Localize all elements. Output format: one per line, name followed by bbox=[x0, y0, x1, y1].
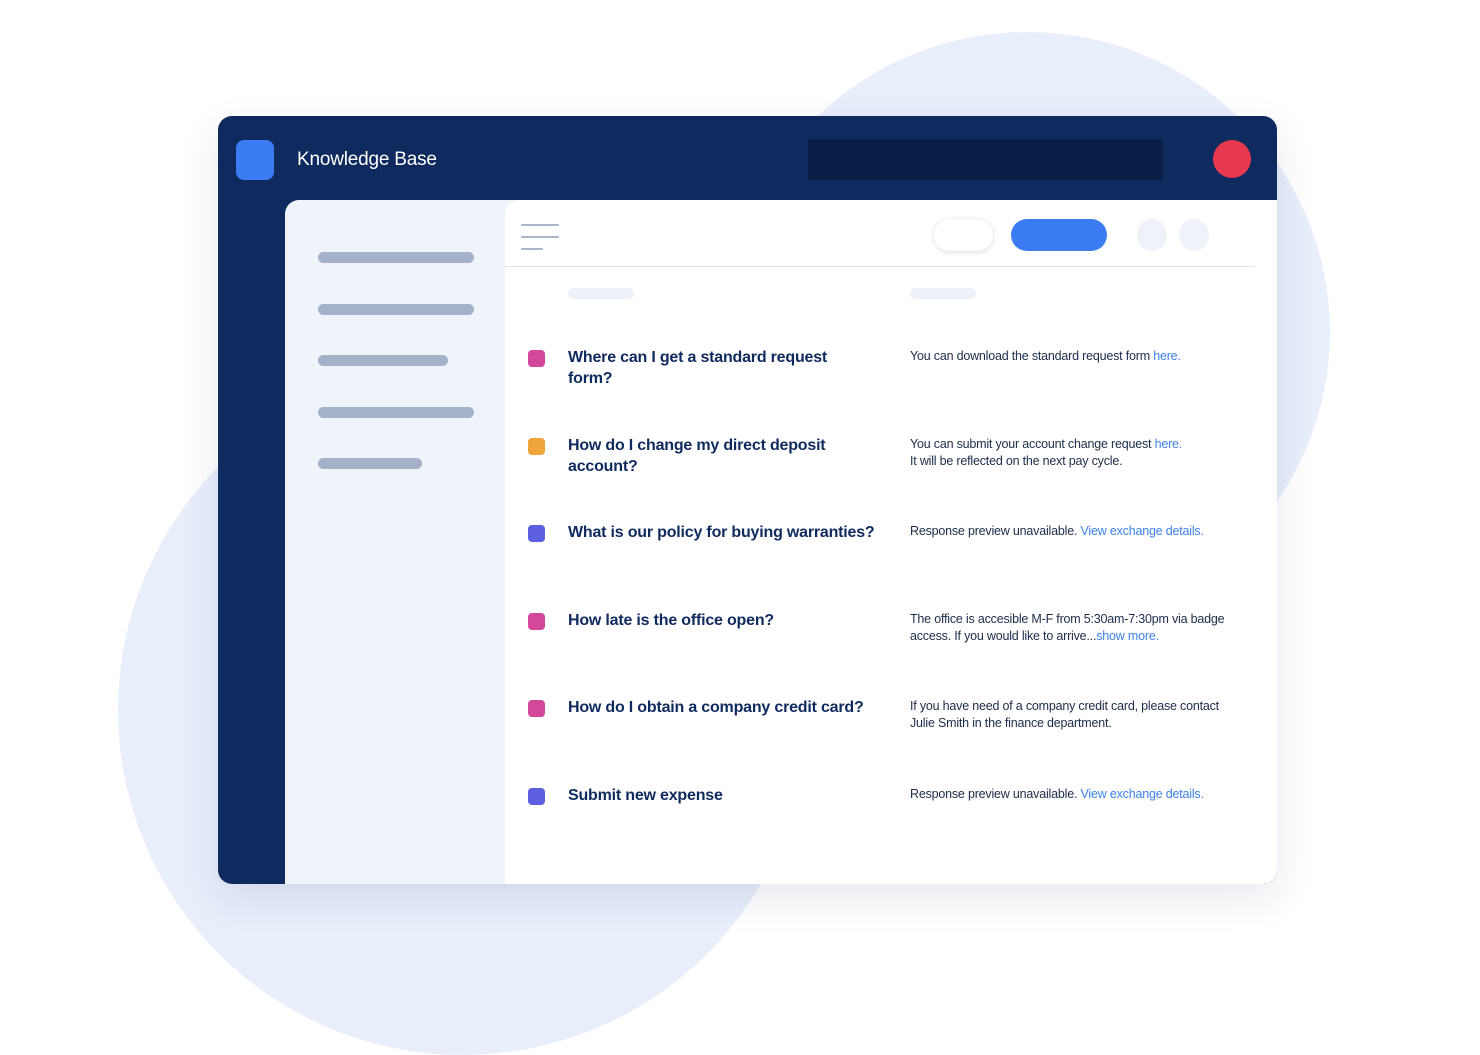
category-dot bbox=[528, 525, 545, 542]
column-header-question bbox=[568, 288, 634, 299]
answer-preview: The office is accesible M-F from 5:30am-… bbox=[910, 612, 1225, 643]
app-title: Knowledge Base bbox=[297, 149, 437, 170]
question-text[interactable]: How late is the office open? bbox=[568, 610, 868, 631]
answer-preview: You can submit your account change reque… bbox=[910, 437, 1183, 468]
app-window: Knowledge Base Where can I get a standar… bbox=[218, 116, 1277, 884]
table-row[interactable]: Submit new expense Response preview unav… bbox=[505, 784, 1277, 844]
answer-preview: Response preview unavailable. View excha… bbox=[910, 787, 1204, 801]
user-avatar[interactable] bbox=[1213, 140, 1251, 178]
app-logo-icon[interactable] bbox=[236, 140, 274, 180]
category-dot bbox=[528, 350, 545, 367]
main-panel: Where can I get a standard request form?… bbox=[505, 200, 1277, 884]
answer-link[interactable]: View exchange details. bbox=[1081, 787, 1204, 801]
hamburger-menu-icon[interactable] bbox=[521, 224, 561, 254]
answer-link[interactable]: here. bbox=[1153, 349, 1181, 363]
table-row[interactable]: How late is the office open? The office … bbox=[505, 609, 1277, 669]
question-text[interactable]: How do I obtain a company credit card? bbox=[568, 697, 898, 718]
category-dot bbox=[528, 788, 545, 805]
question-text[interactable]: How do I change my direct deposit accoun… bbox=[568, 435, 868, 477]
sidebar-item[interactable] bbox=[318, 304, 474, 315]
secondary-button[interactable] bbox=[934, 219, 993, 251]
question-text[interactable]: What is our policy for buying warranties… bbox=[568, 522, 898, 543]
icon-button[interactable] bbox=[1179, 219, 1209, 251]
sidebar-item[interactable] bbox=[318, 355, 448, 366]
toolbar-divider bbox=[505, 266, 1255, 267]
search-bar[interactable] bbox=[808, 139, 1163, 180]
table-row[interactable]: How do I change my direct deposit accoun… bbox=[505, 434, 1277, 494]
question-text[interactable]: Submit new expense bbox=[568, 785, 868, 806]
answer-link[interactable]: View exchange details. bbox=[1081, 524, 1204, 538]
answer-link[interactable]: show more. bbox=[1096, 629, 1159, 643]
table-row[interactable]: What is our policy for buying warranties… bbox=[505, 521, 1277, 581]
answer-preview: You can download the standard request fo… bbox=[910, 349, 1181, 363]
sidebar-item[interactable] bbox=[318, 407, 474, 418]
sidebar-item[interactable] bbox=[318, 458, 422, 469]
category-dot bbox=[528, 700, 545, 717]
primary-button[interactable] bbox=[1011, 219, 1107, 251]
question-text[interactable]: Where can I get a standard request form? bbox=[568, 347, 868, 389]
sidebar-item[interactable] bbox=[318, 252, 474, 263]
category-dot bbox=[528, 613, 545, 630]
table-row[interactable]: Where can I get a standard request form?… bbox=[505, 346, 1277, 406]
table-row[interactable]: How do I obtain a company credit card? I… bbox=[505, 696, 1277, 756]
category-dot bbox=[528, 438, 545, 455]
icon-button[interactable] bbox=[1137, 219, 1167, 251]
answer-preview: Response preview unavailable. View excha… bbox=[910, 524, 1204, 538]
answer-link[interactable]: here. bbox=[1155, 437, 1183, 451]
column-header-answer bbox=[910, 288, 976, 299]
answer-preview: If you have need of a company credit car… bbox=[910, 699, 1219, 730]
